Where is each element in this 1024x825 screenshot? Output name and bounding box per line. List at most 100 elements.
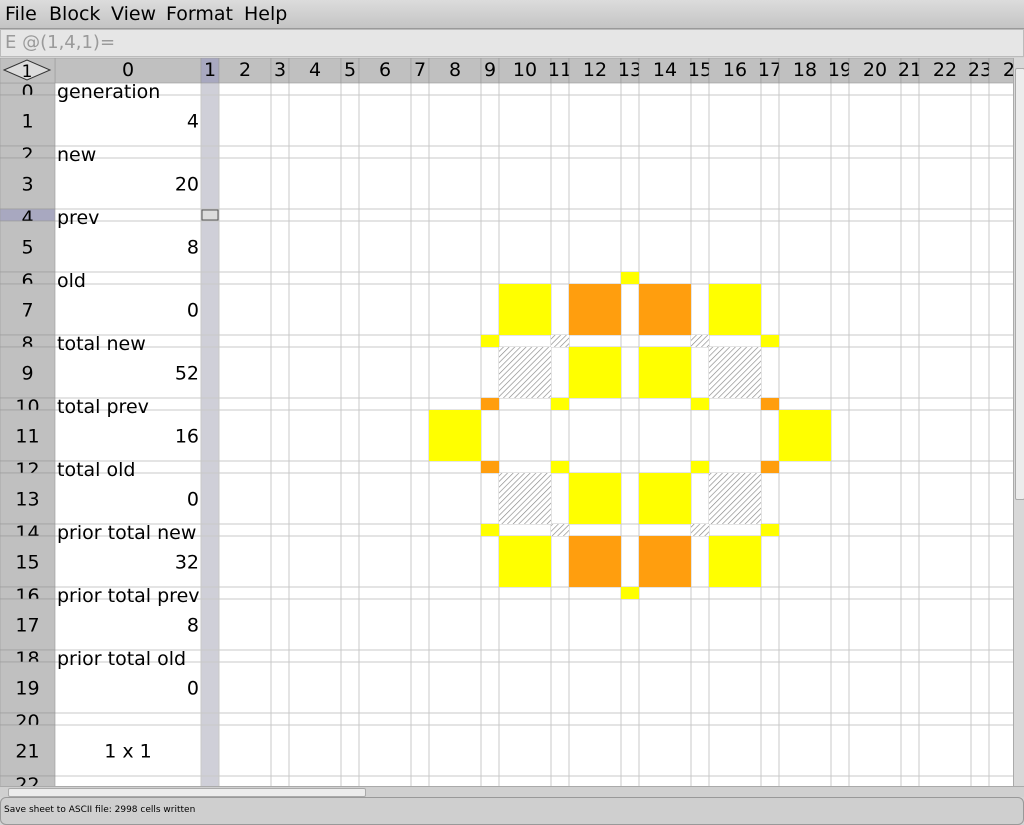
pattern-segment-new (761, 335, 779, 347)
cell-value: 20 (175, 174, 199, 196)
pattern-segment-old (709, 347, 761, 398)
pattern-segment-prev (639, 284, 691, 335)
cell-value: total new (57, 333, 146, 355)
vertical-scrollbar[interactable] (1013, 58, 1024, 786)
column-header-label: 13 (618, 59, 642, 81)
pattern-segment-new (429, 410, 481, 461)
vertical-scroll-thumb[interactable] (1015, 68, 1024, 500)
cell-value: prev (57, 207, 99, 229)
cell-value: 16 (175, 426, 199, 448)
cell-value: total prev (57, 396, 149, 418)
menu-format[interactable]: Format (166, 2, 233, 26)
pattern-segment-new (691, 398, 709, 410)
spreadsheet-grid[interactable]: 0123456789101112131415161718192021222324… (0, 58, 1024, 786)
pattern-segment-new (621, 272, 639, 284)
column-header-label: 5 (344, 59, 356, 81)
column-header-label: 21 (898, 59, 922, 81)
column-header-label: 3 (274, 59, 286, 81)
column-header-label: 2 (239, 59, 251, 81)
row-header-label: 3 (21, 174, 33, 196)
row-header-label: 22 (15, 774, 39, 786)
row-header-label: 1 (21, 111, 33, 133)
cell-value: 0 (187, 678, 199, 700)
column-header-label: 7 (414, 59, 426, 81)
column-header-label: 18 (793, 59, 817, 81)
row-header-label: 15 (15, 552, 39, 574)
layer-number: 1 (22, 62, 33, 82)
pattern-segment-prev (639, 536, 691, 587)
cell-value: prior total new (57, 522, 196, 544)
pattern-segment-new (761, 524, 779, 536)
formula-bar[interactable]: E @(1,4,1)= (0, 29, 1024, 57)
pattern-segment-prev (761, 461, 779, 473)
cell-value: 8 (187, 237, 199, 259)
row-header-label: 17 (15, 615, 39, 637)
column-header-label: 20 (863, 59, 887, 81)
cell-value: 32 (175, 552, 199, 574)
column-header-label: 0 (122, 59, 134, 81)
pattern-segment-new (779, 410, 831, 461)
pattern-segment-new (639, 473, 691, 524)
pattern-segment-new (481, 524, 499, 536)
horizontal-scroll-thumb[interactable] (8, 788, 366, 797)
pattern-segment-new (639, 347, 691, 398)
horizontal-scrollbar[interactable] (0, 786, 1024, 797)
pattern-segment-new (551, 461, 569, 473)
column-header-label: 6 (379, 59, 391, 81)
menu-file[interactable]: File (5, 2, 37, 26)
status-text: Save sheet to ASCII file: 2998 cells wri… (4, 805, 196, 815)
pattern-segment-new (551, 398, 569, 410)
pattern-segment-new (709, 284, 761, 335)
pattern-segment-new (569, 473, 621, 524)
column-header-label: 16 (723, 59, 747, 81)
grid-background (0, 58, 1013, 786)
pattern-segment-old (551, 335, 569, 347)
column-header-label: 4 (309, 59, 321, 81)
formula-text: E @(1,4,1)= (5, 32, 116, 53)
pattern-segment-old (709, 473, 761, 524)
row-header-label: 5 (21, 237, 33, 259)
menu-block[interactable]: Block (49, 2, 100, 26)
column-header-label: 10 (513, 59, 537, 81)
pattern-segment-prev (761, 398, 779, 410)
cell-value: new (57, 144, 96, 166)
column-header-label: 15 (688, 59, 712, 81)
cell-value: generation (57, 81, 160, 103)
column-header-label: 12 (583, 59, 607, 81)
menu-help[interactable]: Help (244, 2, 287, 26)
pattern-segment-prev (481, 461, 499, 473)
pattern-segment-old (499, 347, 551, 398)
selected-column-highlight (201, 83, 219, 786)
pattern-segment-old (499, 473, 551, 524)
pattern-segment-new (691, 461, 709, 473)
pattern-segment-new (569, 347, 621, 398)
column-header-label: 22 (933, 59, 957, 81)
cell-value: prior total prev (57, 585, 200, 607)
menu-view[interactable]: View (111, 2, 156, 26)
column-header-label: 24 (1003, 59, 1013, 81)
column-header-label: 11 (548, 59, 572, 81)
cell-value: old (57, 270, 86, 292)
cell-value: prior total old (57, 648, 186, 670)
column-header-label: 1 (204, 59, 216, 81)
cell-value: 8 (187, 615, 199, 637)
cell-value: total old (57, 459, 135, 481)
pattern-segment-new (481, 335, 499, 347)
selected-cell[interactable] (201, 209, 219, 221)
cell-value: 52 (175, 363, 199, 385)
row-header-label: 21 (15, 741, 39, 763)
cell-value: 1 x 1 (104, 741, 152, 763)
pattern-segment-new (499, 536, 551, 587)
cell-value: 0 (187, 300, 199, 322)
pattern-segment-prev (569, 536, 621, 587)
pattern-segment-old (551, 524, 569, 536)
pattern-segment-prev (569, 284, 621, 335)
status-bar: Save sheet to ASCII file: 2998 cells wri… (0, 797, 1024, 825)
row-header-label: 7 (21, 300, 33, 322)
pattern-segment-old (691, 335, 709, 347)
row-header-label: 11 (15, 426, 39, 448)
column-header-label: 23 (968, 59, 992, 81)
column-header-label: 17 (758, 59, 782, 81)
row-header-label: 13 (15, 489, 39, 511)
pattern-segment-prev (481, 398, 499, 410)
